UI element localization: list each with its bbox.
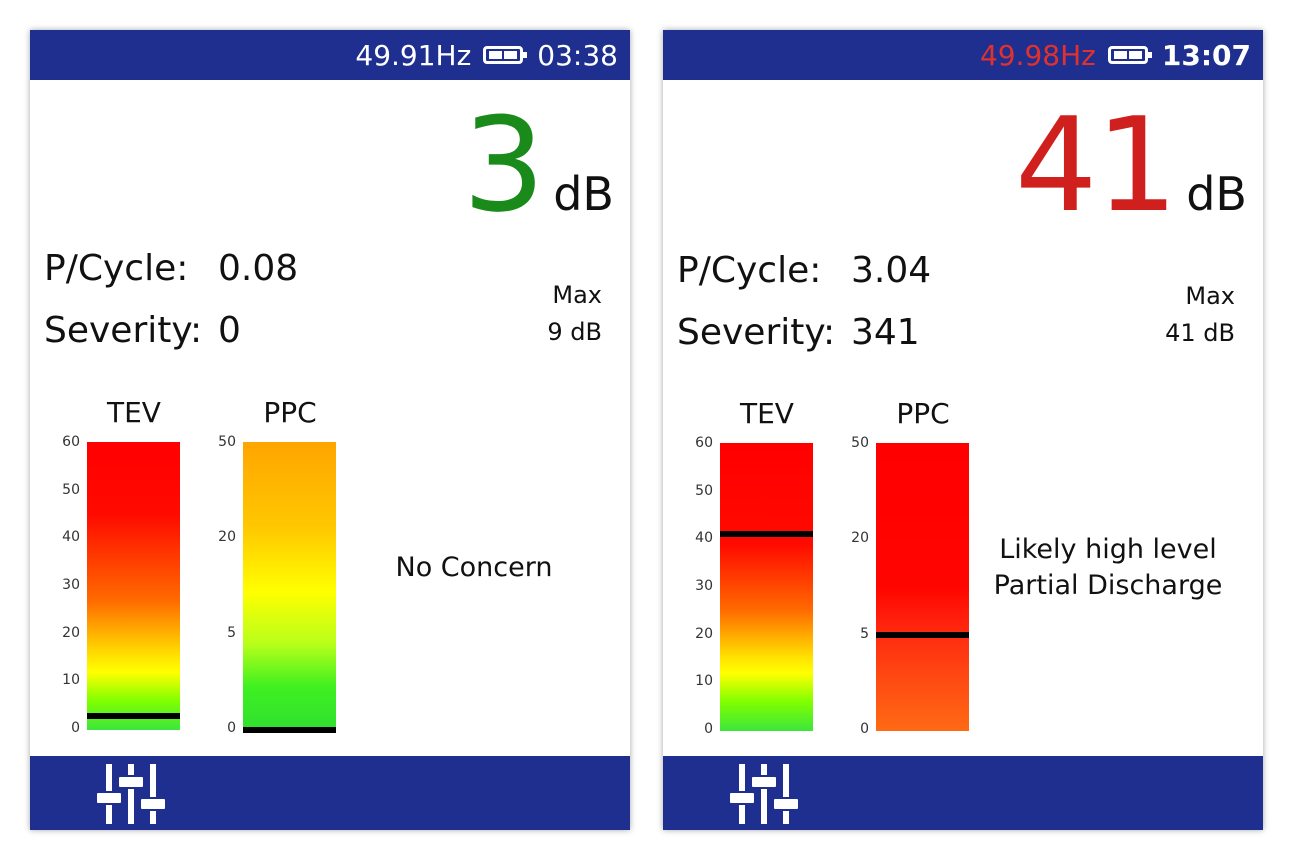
tev-tick-20: 20 bbox=[695, 626, 713, 642]
settings-sliders-icon[interactable] bbox=[729, 760, 799, 826]
ppc-tick-20: 20 bbox=[851, 530, 869, 546]
tev-reading-unit: dB bbox=[553, 167, 614, 221]
pcycle-label: P/Cycle: bbox=[677, 250, 822, 291]
tev-tick-30: 30 bbox=[62, 577, 80, 593]
ppc-bar-title: PPC bbox=[263, 396, 317, 429]
verdict-text: Likely high level Partial Discharge bbox=[973, 532, 1243, 605]
tev-reading-value: 41 bbox=[1014, 89, 1178, 241]
tev-tick-40: 40 bbox=[62, 529, 80, 545]
severity-value: 341 bbox=[851, 312, 920, 353]
tev-reading: 3 dB bbox=[463, 100, 614, 230]
tev-tick-10: 10 bbox=[62, 672, 80, 688]
status-bar: 49.91Hz 03:38 bbox=[30, 30, 630, 80]
ppc-bar bbox=[243, 442, 336, 733]
pcycle-value: 0.08 bbox=[218, 248, 299, 289]
ppc-level-marker bbox=[876, 632, 969, 638]
max-label: Max bbox=[552, 281, 602, 309]
ppc-bar bbox=[876, 443, 969, 731]
ppc-tick-5: 5 bbox=[860, 626, 869, 642]
frequency-readout: 49.98Hz bbox=[979, 38, 1096, 72]
ppc-tick-5: 5 bbox=[227, 625, 236, 641]
tev-bar bbox=[87, 442, 180, 730]
status-bar: 49.98Hz 13:07 bbox=[663, 30, 1263, 80]
tev-tick-10: 10 bbox=[695, 673, 713, 689]
severity-label: Severity: bbox=[44, 310, 203, 351]
bottom-bar bbox=[30, 756, 630, 830]
tev-bar bbox=[720, 443, 813, 731]
tev-level-marker bbox=[720, 531, 813, 537]
tev-reading-unit: dB bbox=[1186, 167, 1247, 221]
ppc-tick-50: 50 bbox=[218, 434, 236, 450]
ppc-tick-50: 50 bbox=[851, 435, 869, 451]
tev-tick-0: 0 bbox=[704, 721, 713, 737]
max-value: 9 dB bbox=[547, 318, 602, 346]
severity-label: Severity: bbox=[677, 312, 836, 353]
device-screen-partial-discharge: 49.98Hz 13:07 41 dB P/Cycle: 3.04 Severi… bbox=[663, 30, 1263, 830]
pcycle-label: P/Cycle: bbox=[44, 248, 189, 289]
tev-reading-value: 3 bbox=[462, 89, 546, 241]
tev-tick-40: 40 bbox=[695, 530, 713, 546]
max-value: 41 dB bbox=[1165, 319, 1235, 347]
ppc-tick-0: 0 bbox=[860, 721, 869, 737]
tev-bar-title: TEV bbox=[107, 396, 161, 429]
max-label: Max bbox=[1185, 282, 1235, 310]
battery-icon bbox=[1107, 46, 1152, 64]
tev-bar-title: TEV bbox=[740, 397, 794, 430]
ppc-tick-20: 20 bbox=[218, 529, 236, 545]
tev-tick-20: 20 bbox=[62, 625, 80, 641]
tev-tick-50: 50 bbox=[62, 482, 80, 498]
verdict-line-2: Partial Discharge bbox=[993, 570, 1223, 602]
ppc-tick-0: 0 bbox=[227, 720, 236, 736]
tev-tick-30: 30 bbox=[695, 578, 713, 594]
verdict-text: No Concern bbox=[395, 552, 553, 583]
settings-sliders-icon[interactable] bbox=[96, 760, 166, 826]
tev-tick-60: 60 bbox=[695, 435, 713, 451]
battery-icon bbox=[483, 46, 528, 64]
tev-reading: 41 dB bbox=[1015, 100, 1247, 230]
tev-level-marker bbox=[87, 713, 180, 719]
tev-tick-50: 50 bbox=[695, 483, 713, 499]
tev-tick-0: 0 bbox=[71, 720, 80, 736]
clock: 03:38 bbox=[537, 38, 618, 72]
bottom-bar bbox=[663, 756, 1263, 830]
severity-value: 0 bbox=[218, 310, 241, 351]
verdict-line-1: Likely high level bbox=[999, 534, 1217, 565]
pcycle-value: 3.04 bbox=[851, 250, 932, 291]
tev-tick-60: 60 bbox=[62, 434, 80, 450]
ppc-level-marker bbox=[243, 727, 336, 733]
clock: 13:07 bbox=[1161, 38, 1251, 72]
ppc-bar-title: PPC bbox=[896, 397, 950, 430]
device-screen-no-concern: 49.91Hz 03:38 3 dB P/Cycle: 0.08 Severit… bbox=[30, 30, 630, 830]
frequency-readout: 49.91Hz bbox=[355, 38, 472, 72]
